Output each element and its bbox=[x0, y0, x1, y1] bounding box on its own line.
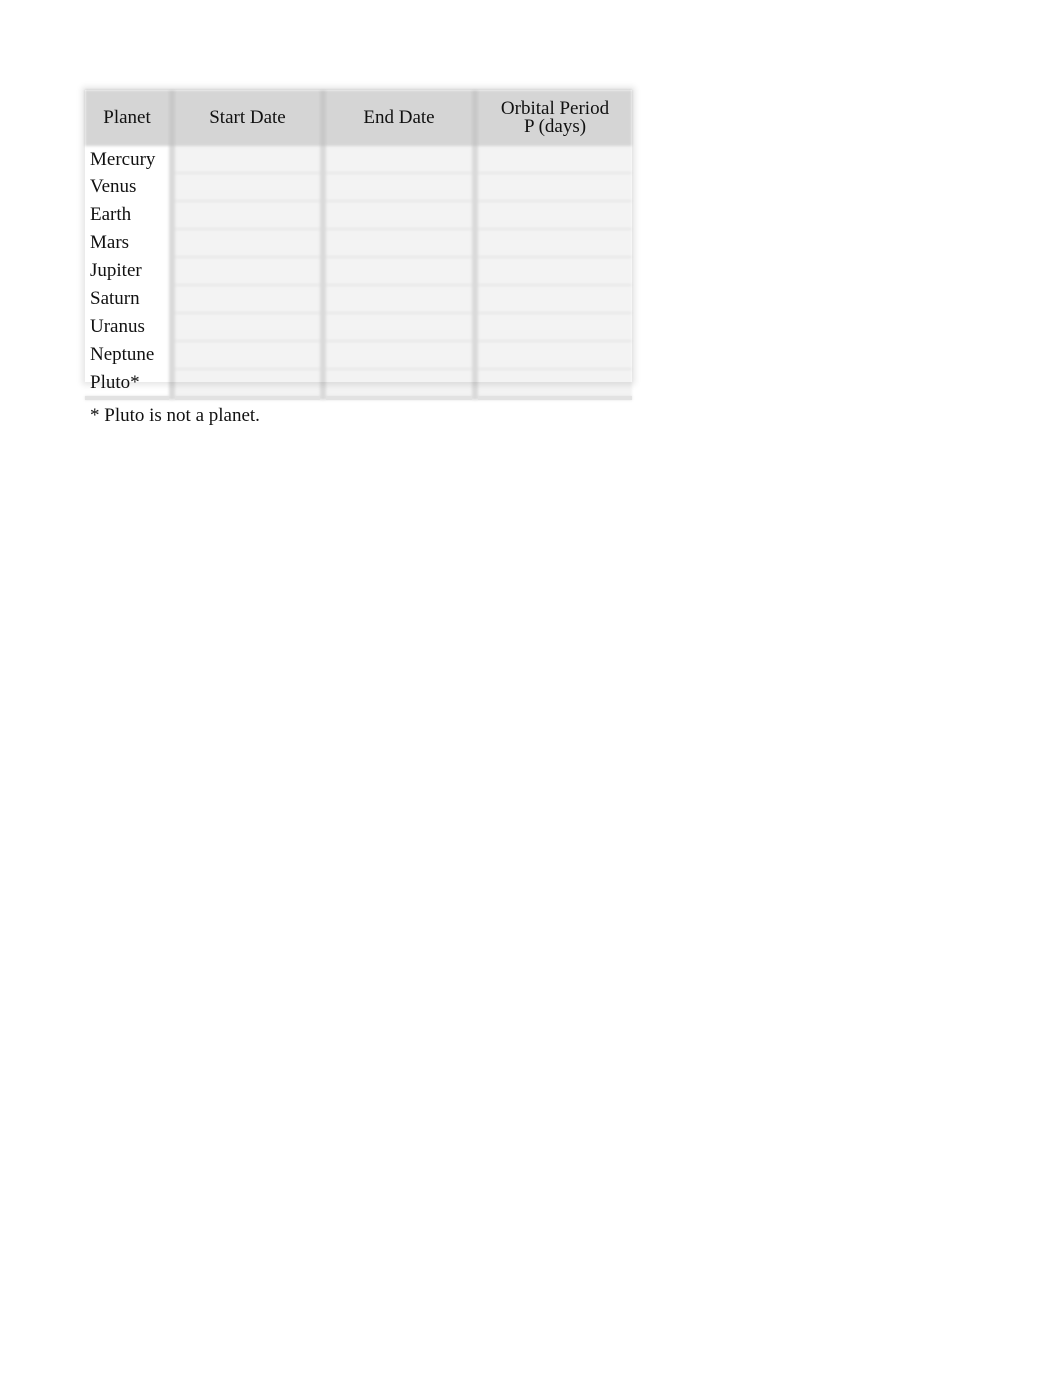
header-orbital-period: Orbital Period P (days) bbox=[500, 98, 610, 137]
planet-cell: Jupiter bbox=[90, 260, 142, 281]
start-date-cell[interactable] bbox=[172, 229, 323, 257]
planet-cell: Neptune bbox=[90, 344, 155, 365]
orbital-period-cell[interactable] bbox=[475, 285, 632, 313]
footnote: * Pluto is not a planet. bbox=[90, 405, 260, 426]
planet-cell: Earth bbox=[90, 204, 132, 225]
planet-cell: Uranus bbox=[90, 316, 145, 337]
orbital-period-cell[interactable] bbox=[475, 341, 632, 369]
end-date-cell[interactable] bbox=[323, 146, 475, 173]
orbital-period-cell[interactable] bbox=[475, 201, 632, 229]
table-row: Uranus bbox=[85, 313, 632, 341]
header-start-date: Start Date bbox=[209, 107, 286, 128]
table-row: Mercury bbox=[85, 146, 632, 173]
table-row: Jupiter bbox=[85, 257, 632, 285]
end-date-cell[interactable] bbox=[323, 257, 475, 285]
start-date-cell[interactable] bbox=[172, 313, 323, 341]
table-row: Saturn bbox=[85, 285, 632, 313]
orbital-period-cell[interactable] bbox=[475, 173, 632, 201]
end-date-cell[interactable] bbox=[323, 285, 475, 313]
start-date-cell[interactable] bbox=[172, 341, 323, 369]
start-date-cell[interactable] bbox=[172, 285, 323, 313]
planet-cell: Mars bbox=[90, 232, 130, 253]
start-date-cell[interactable] bbox=[172, 257, 323, 285]
planet-cell: Mercury bbox=[90, 148, 156, 170]
end-date-cell[interactable] bbox=[323, 313, 475, 341]
planet-cell: Venus bbox=[90, 176, 137, 197]
orbital-period-cell[interactable] bbox=[475, 313, 632, 341]
orbital-period-cell[interactable] bbox=[475, 257, 632, 285]
table-header-row: Planet Start Date End Date Orbital Perio… bbox=[85, 90, 632, 146]
start-date-cell[interactable] bbox=[172, 146, 323, 173]
table-row: Neptune bbox=[85, 341, 632, 369]
orbital-period-cell[interactable] bbox=[475, 369, 632, 400]
end-date-cell[interactable] bbox=[323, 229, 475, 257]
end-date-cell[interactable] bbox=[323, 173, 475, 201]
planet-cell: Pluto* bbox=[85, 369, 172, 400]
table-row: Mars bbox=[85, 229, 632, 257]
end-date-cell[interactable] bbox=[323, 341, 475, 369]
orbital-period-table: Planet Start Date End Date Orbital Perio… bbox=[85, 90, 632, 400]
header-end-date: End Date bbox=[363, 107, 435, 128]
orbital-period-cell[interactable] bbox=[475, 229, 632, 257]
planet-cell: Saturn bbox=[90, 288, 140, 309]
table-row: Earth bbox=[85, 201, 632, 229]
end-date-cell[interactable] bbox=[323, 369, 475, 400]
orbital-period-cell[interactable] bbox=[475, 146, 632, 173]
start-date-cell[interactable] bbox=[172, 369, 323, 400]
table-row: Pluto* bbox=[85, 369, 632, 400]
table-row: Venus bbox=[85, 173, 632, 201]
end-date-cell[interactable] bbox=[323, 201, 475, 229]
start-date-cell[interactable] bbox=[172, 173, 323, 201]
header-planet: Planet bbox=[103, 107, 151, 128]
start-date-cell[interactable] bbox=[172, 201, 323, 229]
